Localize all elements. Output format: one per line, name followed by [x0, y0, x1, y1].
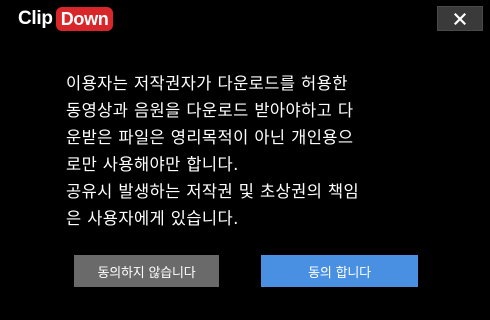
close-button[interactable]: [437, 6, 483, 31]
message-line: 은 사용자에게 있습니다.: [66, 209, 239, 228]
message-line: 로만 사용해야만 합니다.: [66, 155, 239, 174]
decline-button-label: 동의하지 않습니다: [97, 265, 196, 281]
consent-dialog: Clip Down 이용자는 저작권자가 다운로드를 허용한 동영상과 음원을 …: [0, 0, 490, 320]
consent-message: 이용자는 저작권자가 다운로드를 허용한 동영상과 음원을 다운로드 받아야하고…: [66, 70, 436, 232]
message-line: 공유시 발생하는 저작권 및 초상권의 책임: [66, 182, 360, 201]
message-line: 이용자는 저작권자가 다운로드를 허용한: [66, 74, 348, 93]
title-bar: Clip Down: [0, 0, 490, 38]
logo-text-down: Down: [55, 7, 114, 31]
decline-button[interactable]: 동의하지 않습니다: [74, 255, 219, 287]
close-icon: [454, 12, 466, 25]
accept-button-label: 동의 합니다: [308, 265, 371, 281]
app-logo: Clip Down: [18, 7, 114, 31]
message-line: 동영상과 음원을 다운로드 받아야하고 다: [66, 101, 354, 120]
accept-button[interactable]: 동의 합니다: [261, 255, 418, 287]
logo-text-clip: Clip: [18, 8, 53, 29]
message-line: 운받은 파일은 영리목적이 아닌 개인용으: [66, 128, 354, 147]
